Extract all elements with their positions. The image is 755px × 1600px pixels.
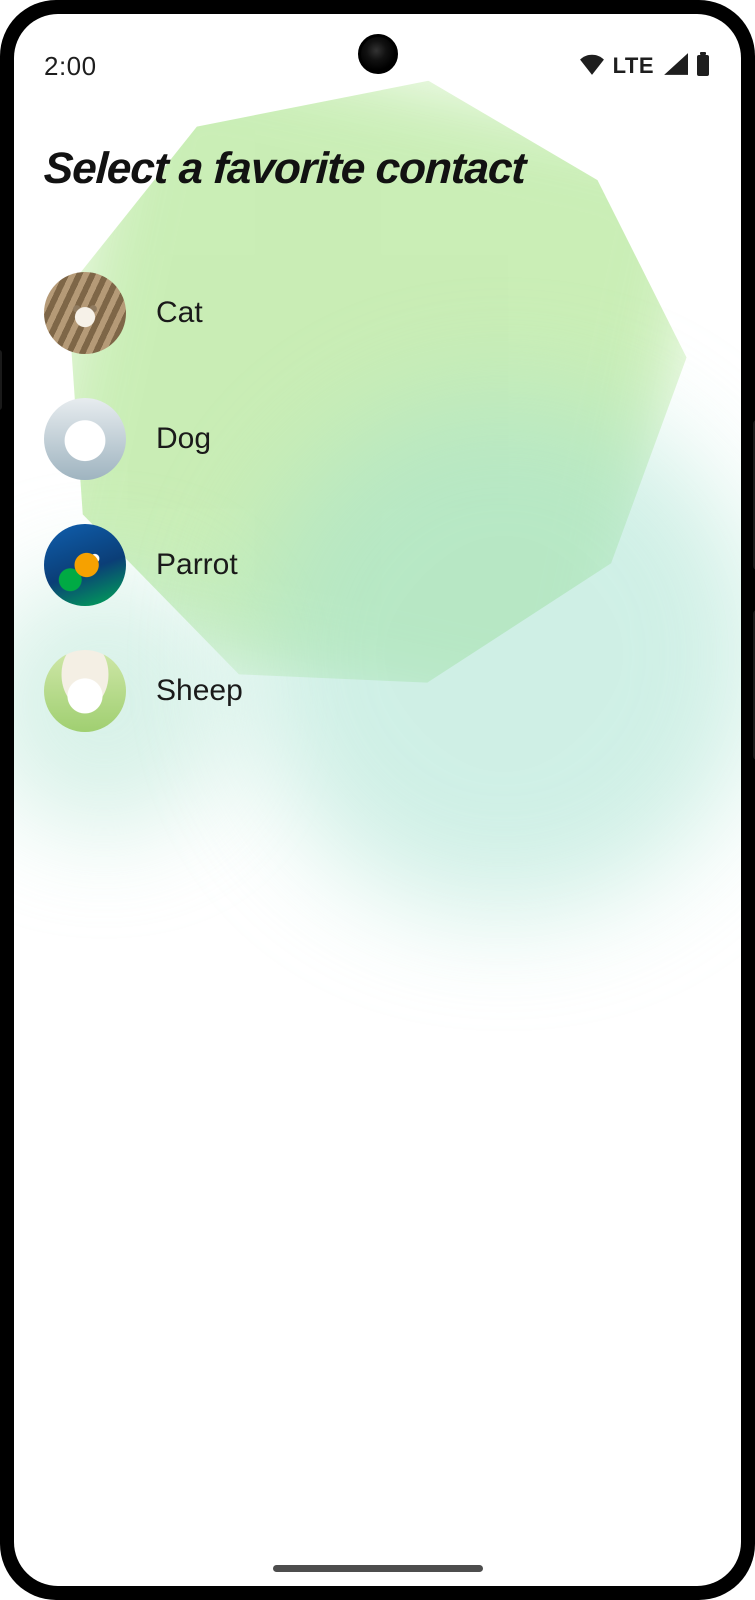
contact-item-dog[interactable]: Dog xyxy=(44,376,711,502)
parrot-avatar xyxy=(44,524,126,606)
sheep-avatar xyxy=(44,650,126,732)
contact-list: Cat Dog Parrot Sheep xyxy=(44,250,711,754)
contact-label: Parrot xyxy=(156,548,238,582)
network-type-label: LTE xyxy=(613,53,654,79)
phone-frame: 2:00 LTE xyxy=(0,0,755,1600)
contact-label: Cat xyxy=(156,296,203,330)
screen: 2:00 LTE xyxy=(14,14,741,1586)
camera-punch-hole xyxy=(358,34,398,74)
cellular-signal-icon xyxy=(662,53,688,80)
contact-item-cat[interactable]: Cat xyxy=(44,250,711,376)
wifi-icon xyxy=(579,53,605,80)
contact-item-sheep[interactable]: Sheep xyxy=(44,628,711,754)
contact-label: Dog xyxy=(156,422,211,456)
dog-avatar xyxy=(44,398,126,480)
cat-avatar xyxy=(44,272,126,354)
phone-side-button xyxy=(0,350,2,410)
page-title: Select a favorite contact xyxy=(43,144,713,194)
gesture-nav-handle[interactable] xyxy=(273,1565,483,1572)
page-content: Select a favorite contact Cat Dog Parrot… xyxy=(14,94,741,754)
contact-item-parrot[interactable]: Parrot xyxy=(44,502,711,628)
contact-label: Sheep xyxy=(156,674,243,708)
status-time: 2:00 xyxy=(44,51,97,82)
battery-icon xyxy=(695,52,711,81)
status-indicators: LTE xyxy=(579,52,711,81)
